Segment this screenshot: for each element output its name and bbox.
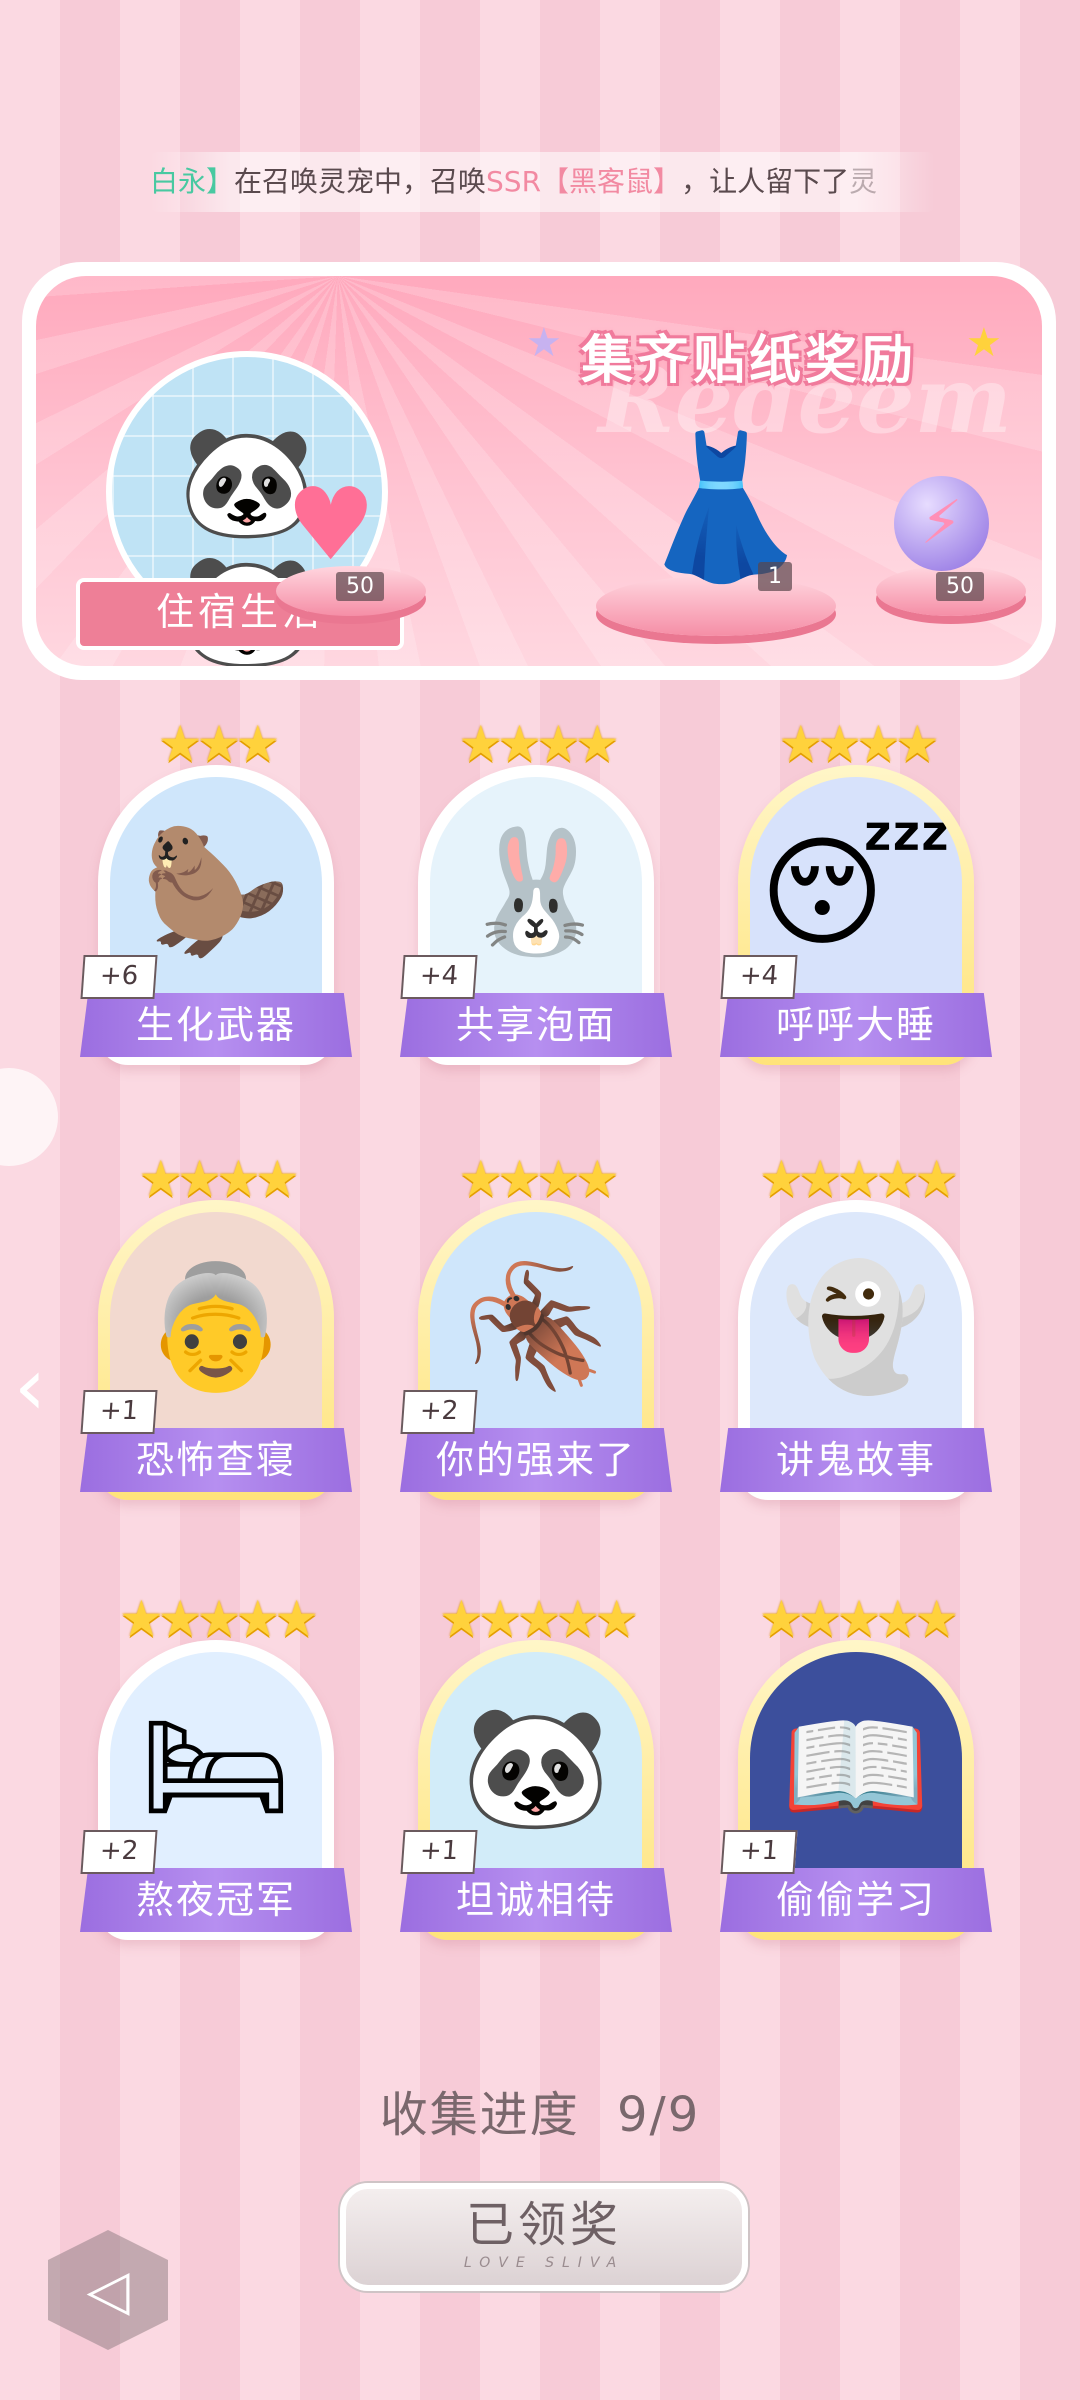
reward-qty: 1: [758, 562, 792, 591]
banner-title: 集齐贴纸奖励: [581, 331, 918, 391]
sticker-art-icon: 👻: [781, 1258, 931, 1397]
sticker-art-icon: 🐰: [461, 823, 611, 962]
progress-value: 9/9: [617, 2087, 701, 2143]
ticker-player-name: 白永】: [150, 165, 235, 198]
sticker-art-icon: 😴: [759, 823, 953, 963]
sticker-count: +1: [80, 1390, 158, 1434]
sticker-art-icon: 🦫: [141, 823, 291, 962]
sticker-count: +1: [400, 1830, 478, 1874]
sticker-art-icon: 🛏: [139, 1698, 293, 1837]
star-rating: ★★★: [157, 715, 280, 773]
sticker-label: 生化武器: [80, 993, 352, 1057]
claimed-label: 已领奖: [465, 2197, 622, 2253]
star-rating: ★★★★★: [758, 1150, 959, 1208]
sticker-card[interactable]: 🪳 ★★★★ 你的强来了 +2: [400, 1150, 672, 1510]
sticker-card[interactable]: 🛏 ★★★★★ 熬夜冠军 +2: [80, 1590, 352, 1950]
star-rating: ★★★★: [458, 715, 619, 773]
ticker-pet-name: 【黑客鼠】: [541, 165, 682, 198]
back-button[interactable]: ◁: [48, 2230, 168, 2350]
sticker-card[interactable]: 🐰 ★★★★ 共享泡面 +4: [400, 715, 672, 1075]
sticker-count: +6: [80, 955, 158, 999]
ticker-rarity: SSR: [486, 165, 542, 198]
collection-progress: 收集进度 9/9: [0, 2075, 1080, 2145]
star-rating: ★★★★★: [118, 1590, 319, 1648]
sticker-label: 恐怖查寝: [80, 1428, 352, 1492]
sticker-card[interactable]: 😴 ★★★★ 呼呼大睡 +4: [720, 715, 992, 1075]
claimed-button[interactable]: 已领奖 LOVE SLIVA: [340, 2183, 748, 2291]
announcement-ticker: 白永】在召唤灵宠中，召唤SSR【黑客鼠】，让人留下了灵: [150, 152, 935, 212]
sticker-art-icon: 👵: [141, 1258, 291, 1397]
sticker-image: 👻: [750, 1212, 962, 1444]
sticker-card[interactable]: 🦫 ★★★ 生化武器 +6: [80, 715, 352, 1075]
sticker-label: 呼呼大睡: [720, 993, 992, 1057]
progress-label: 收集进度: [379, 2087, 580, 2143]
star-rating: ★★★★: [458, 1150, 619, 1208]
sticker-art-icon: 🪳: [461, 1258, 611, 1397]
heart-gem-icon[interactable]: ♥: [286, 466, 376, 583]
sticker-label: 熬夜冠军: [80, 1868, 352, 1932]
sticker-card[interactable]: 🐼 ★★★★★ 坦诚相待 +1: [400, 1590, 672, 1950]
ticker-text-tail: ，让人留下了: [681, 165, 850, 198]
sticker-label: 坦诚相待: [400, 1868, 672, 1932]
reward-qty: 50: [936, 572, 984, 601]
star-rating: ★★★★: [138, 1150, 299, 1208]
star-rating: ★★★★★: [438, 1590, 639, 1648]
sticker-label: 偷偷学习: [720, 1868, 992, 1932]
sticker-art-icon: 🐼: [461, 1698, 611, 1837]
sticker-card[interactable]: 👻 ★★★★★ 讲鬼故事: [720, 1150, 992, 1510]
sticker-card[interactable]: 📖 ★★★★★ 偷偷学习 +1: [720, 1590, 992, 1950]
star-rating: ★★★★: [778, 715, 939, 773]
sticker-label: 讲鬼故事: [720, 1428, 992, 1492]
claimed-sub: LOVE SLIVA: [463, 2255, 625, 2271]
side-menu-handle[interactable]: [0, 1068, 58, 1166]
reward-banner: Redeem ★ ★ 集齐贴纸奖励 🐼🐼 住宿生活 ♥ 50 👗 1 ⚡ 50: [22, 262, 1056, 680]
star-icon: ★: [526, 320, 562, 366]
sticker-count: +4: [400, 955, 478, 999]
ticker-text: 在召唤灵宠中，召唤: [234, 165, 487, 198]
back-arrow-icon: ◁: [86, 2257, 130, 2323]
lightning-orb-icon[interactable]: ⚡: [894, 476, 989, 571]
star-icon: ★: [966, 320, 1002, 366]
ticker-cut-char: 灵: [849, 165, 878, 198]
reward-qty: 50: [336, 572, 384, 601]
chevron-left-icon[interactable]: ‹: [14, 1340, 46, 1433]
sticker-label: 你的强来了: [400, 1428, 672, 1492]
sticker-count: +2: [80, 1830, 158, 1874]
sticker-art-icon: 📖: [781, 1698, 931, 1837]
sticker-count: +2: [400, 1390, 478, 1434]
sticker-card[interactable]: 👵 ★★★★ 恐怖查寝 +1: [80, 1150, 352, 1510]
sticker-label: 共享泡面: [400, 993, 672, 1057]
sticker-count: +1: [720, 1830, 798, 1874]
sticker-count: +4: [720, 955, 798, 999]
star-rating: ★★★★★: [758, 1590, 959, 1648]
